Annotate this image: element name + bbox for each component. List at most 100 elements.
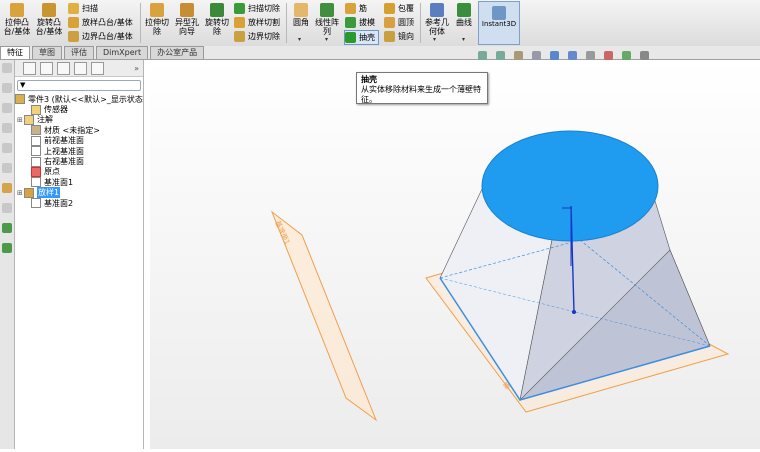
revolve-boss-button[interactable]: 旋转凸台/基体 bbox=[34, 3, 64, 36]
dome-icon bbox=[384, 17, 395, 28]
tree-item-origin[interactable]: 原点 bbox=[15, 166, 143, 177]
dome-button[interactable]: 圆顶 bbox=[384, 16, 414, 29]
heads-up-view-toolbar bbox=[478, 51, 653, 60]
reference-geometry-button[interactable]: 参考几何体 bbox=[423, 3, 451, 36]
property-manager-tab-icon[interactable] bbox=[40, 61, 53, 75]
graphics-viewport[interactable]: 基准面1 基准面1 bbox=[144, 51, 760, 449]
extrude-cut-icon bbox=[150, 3, 164, 17]
panel-tabs: » bbox=[15, 60, 143, 77]
sweep-cut-icon bbox=[234, 3, 245, 14]
tree-filter-input[interactable]: ▼ bbox=[17, 80, 141, 91]
pencil-icon[interactable] bbox=[2, 183, 12, 193]
tree-item-front-plane[interactable]: 前视基准面 bbox=[15, 135, 143, 146]
loft-boss-button[interactable]: 放样凸台/基体 bbox=[68, 16, 133, 29]
task-strip bbox=[0, 60, 15, 449]
origin-icon bbox=[31, 166, 41, 177]
plane-icon bbox=[31, 198, 41, 209]
zoom-to-fit-icon[interactable] bbox=[478, 51, 487, 60]
fillet-dropdown-icon[interactable]: ▾ bbox=[298, 36, 301, 43]
tree-root[interactable]: 零件3 (默认<<默认>_显示状态 bbox=[15, 94, 143, 105]
library-icon[interactable] bbox=[2, 83, 12, 93]
curves-dropdown-icon[interactable]: ▾ bbox=[462, 36, 465, 43]
tree-item-right-plane[interactable]: 右视基准面 bbox=[15, 156, 143, 167]
view-settings-icon[interactable] bbox=[640, 51, 649, 60]
display-style-icon[interactable] bbox=[568, 51, 577, 60]
ribbon-separator bbox=[420, 3, 421, 43]
sweep-cut-button[interactable]: 扫描切除 bbox=[234, 2, 280, 15]
top-face-selected[interactable] bbox=[481, 130, 659, 242]
zoom-area-icon[interactable] bbox=[496, 51, 505, 60]
tab-evaluate[interactable]: 评估 bbox=[64, 46, 94, 59]
sweep-button[interactable]: 扫描 bbox=[68, 2, 98, 15]
hole-wizard-button[interactable]: 异型孔向导 bbox=[173, 3, 201, 36]
previous-view-icon[interactable] bbox=[514, 51, 523, 60]
boundary-cut-button[interactable]: 边界切除 bbox=[234, 30, 280, 43]
tree-item-annotations[interactable]: ⊞ 注解 bbox=[15, 114, 143, 125]
shell-icon bbox=[345, 32, 356, 43]
tab-office-products[interactable]: 办公室产品 bbox=[150, 46, 205, 59]
fillet-button[interactable]: 圆角 bbox=[290, 3, 312, 27]
linear-pattern-button[interactable]: 线性阵列 bbox=[314, 3, 340, 36]
display-manager-tab-icon[interactable] bbox=[91, 61, 104, 75]
toolbox-icon[interactable] bbox=[2, 223, 12, 233]
feature-tree-tab-icon[interactable] bbox=[23, 61, 36, 75]
shell-button[interactable]: 抽壳 bbox=[344, 30, 379, 45]
ref-geometry-dropdown-icon[interactable]: ▾ bbox=[433, 36, 436, 43]
dimxpert-tab-icon[interactable] bbox=[74, 61, 87, 75]
resources-icon[interactable] bbox=[2, 63, 12, 73]
material-icon bbox=[31, 125, 41, 136]
revolve-cut-button[interactable]: 旋转切除 bbox=[203, 3, 231, 36]
draft-button[interactable]: 拔模 bbox=[345, 16, 375, 29]
loft-cut-button[interactable]: 放样切割 bbox=[234, 16, 280, 29]
routing-icon[interactable] bbox=[2, 243, 12, 253]
hide-show-icon[interactable] bbox=[586, 51, 595, 60]
tab-dimxpert[interactable]: DimXpert bbox=[96, 46, 149, 59]
tab-features[interactable]: 特征 bbox=[0, 46, 30, 59]
wrap-button[interactable]: 包覆 bbox=[384, 2, 414, 15]
tree-item-plane2[interactable]: 基准面2 bbox=[15, 198, 143, 209]
boundary-boss-button[interactable]: 边界凸台/基体 bbox=[68, 30, 133, 43]
loft-icon bbox=[68, 17, 79, 28]
view-palette-icon[interactable] bbox=[2, 123, 12, 133]
rib-icon bbox=[345, 3, 356, 14]
annotation-icon bbox=[24, 114, 34, 125]
tab-sketch[interactable]: 草图 bbox=[32, 46, 62, 59]
expand-icon[interactable]: ⊞ bbox=[17, 189, 24, 197]
section-view-icon[interactable] bbox=[532, 51, 541, 60]
edit-appearance-icon[interactable] bbox=[604, 51, 613, 60]
mirror-button[interactable]: 镜向 bbox=[384, 30, 414, 43]
custom-properties-icon[interactable] bbox=[2, 163, 12, 173]
extrude-boss-button[interactable]: 拉伸凸台/基体 bbox=[2, 3, 32, 36]
curves-button[interactable]: 曲线 bbox=[453, 3, 475, 27]
file-explorer-icon[interactable] bbox=[2, 103, 12, 113]
sweep-icon bbox=[68, 3, 79, 14]
plane-icon bbox=[31, 177, 41, 188]
tree-item-top-plane[interactable]: 上视基准面 bbox=[15, 146, 143, 157]
plane-icon bbox=[31, 146, 41, 157]
shell-tooltip: 抽壳 从实体移除材料来生成一个薄壁特征。 bbox=[356, 72, 488, 104]
instant3d-button[interactable]: Instant3D bbox=[478, 1, 520, 45]
configuration-tab-icon[interactable] bbox=[57, 61, 70, 75]
part-icon bbox=[15, 94, 25, 105]
expand-icon[interactable]: ⊞ bbox=[17, 116, 24, 124]
revolve-cut-icon bbox=[210, 3, 224, 17]
command-manager-ribbon: 拉伸凸台/基体 旋转凸台/基体 扫描 放样凸台/基体 边界凸台/基体 拉伸切除 … bbox=[0, 0, 760, 47]
loft-cut-icon bbox=[234, 17, 245, 28]
filter-icon: ▼ bbox=[20, 81, 26, 89]
appearances-icon[interactable] bbox=[2, 143, 12, 153]
tooltip-title: 抽壳 bbox=[361, 75, 377, 84]
view-orientation-icon[interactable] bbox=[550, 51, 559, 60]
tree-item-material[interactable]: 材质 <未指定> bbox=[15, 125, 143, 136]
panel-expand-icon[interactable]: » bbox=[134, 64, 139, 73]
settings-icon[interactable] bbox=[2, 203, 12, 213]
hole-wizard-icon bbox=[180, 3, 194, 17]
model-graphics: 基准面1 基准面1 bbox=[144, 130, 730, 422]
apply-scene-icon[interactable] bbox=[622, 51, 631, 60]
pattern-dropdown-icon[interactable]: ▾ bbox=[325, 36, 328, 43]
rib-button[interactable]: 筋 bbox=[345, 2, 367, 15]
tree-item-plane1[interactable]: 基准面1 bbox=[15, 177, 143, 188]
extrude-cut-button[interactable]: 拉伸切除 bbox=[143, 3, 171, 36]
tree-item-loft1[interactable]: ⊞ 放样1 bbox=[15, 187, 143, 199]
tree-item-sensors[interactable]: 传感器 bbox=[15, 104, 143, 115]
origin-point bbox=[572, 310, 576, 314]
